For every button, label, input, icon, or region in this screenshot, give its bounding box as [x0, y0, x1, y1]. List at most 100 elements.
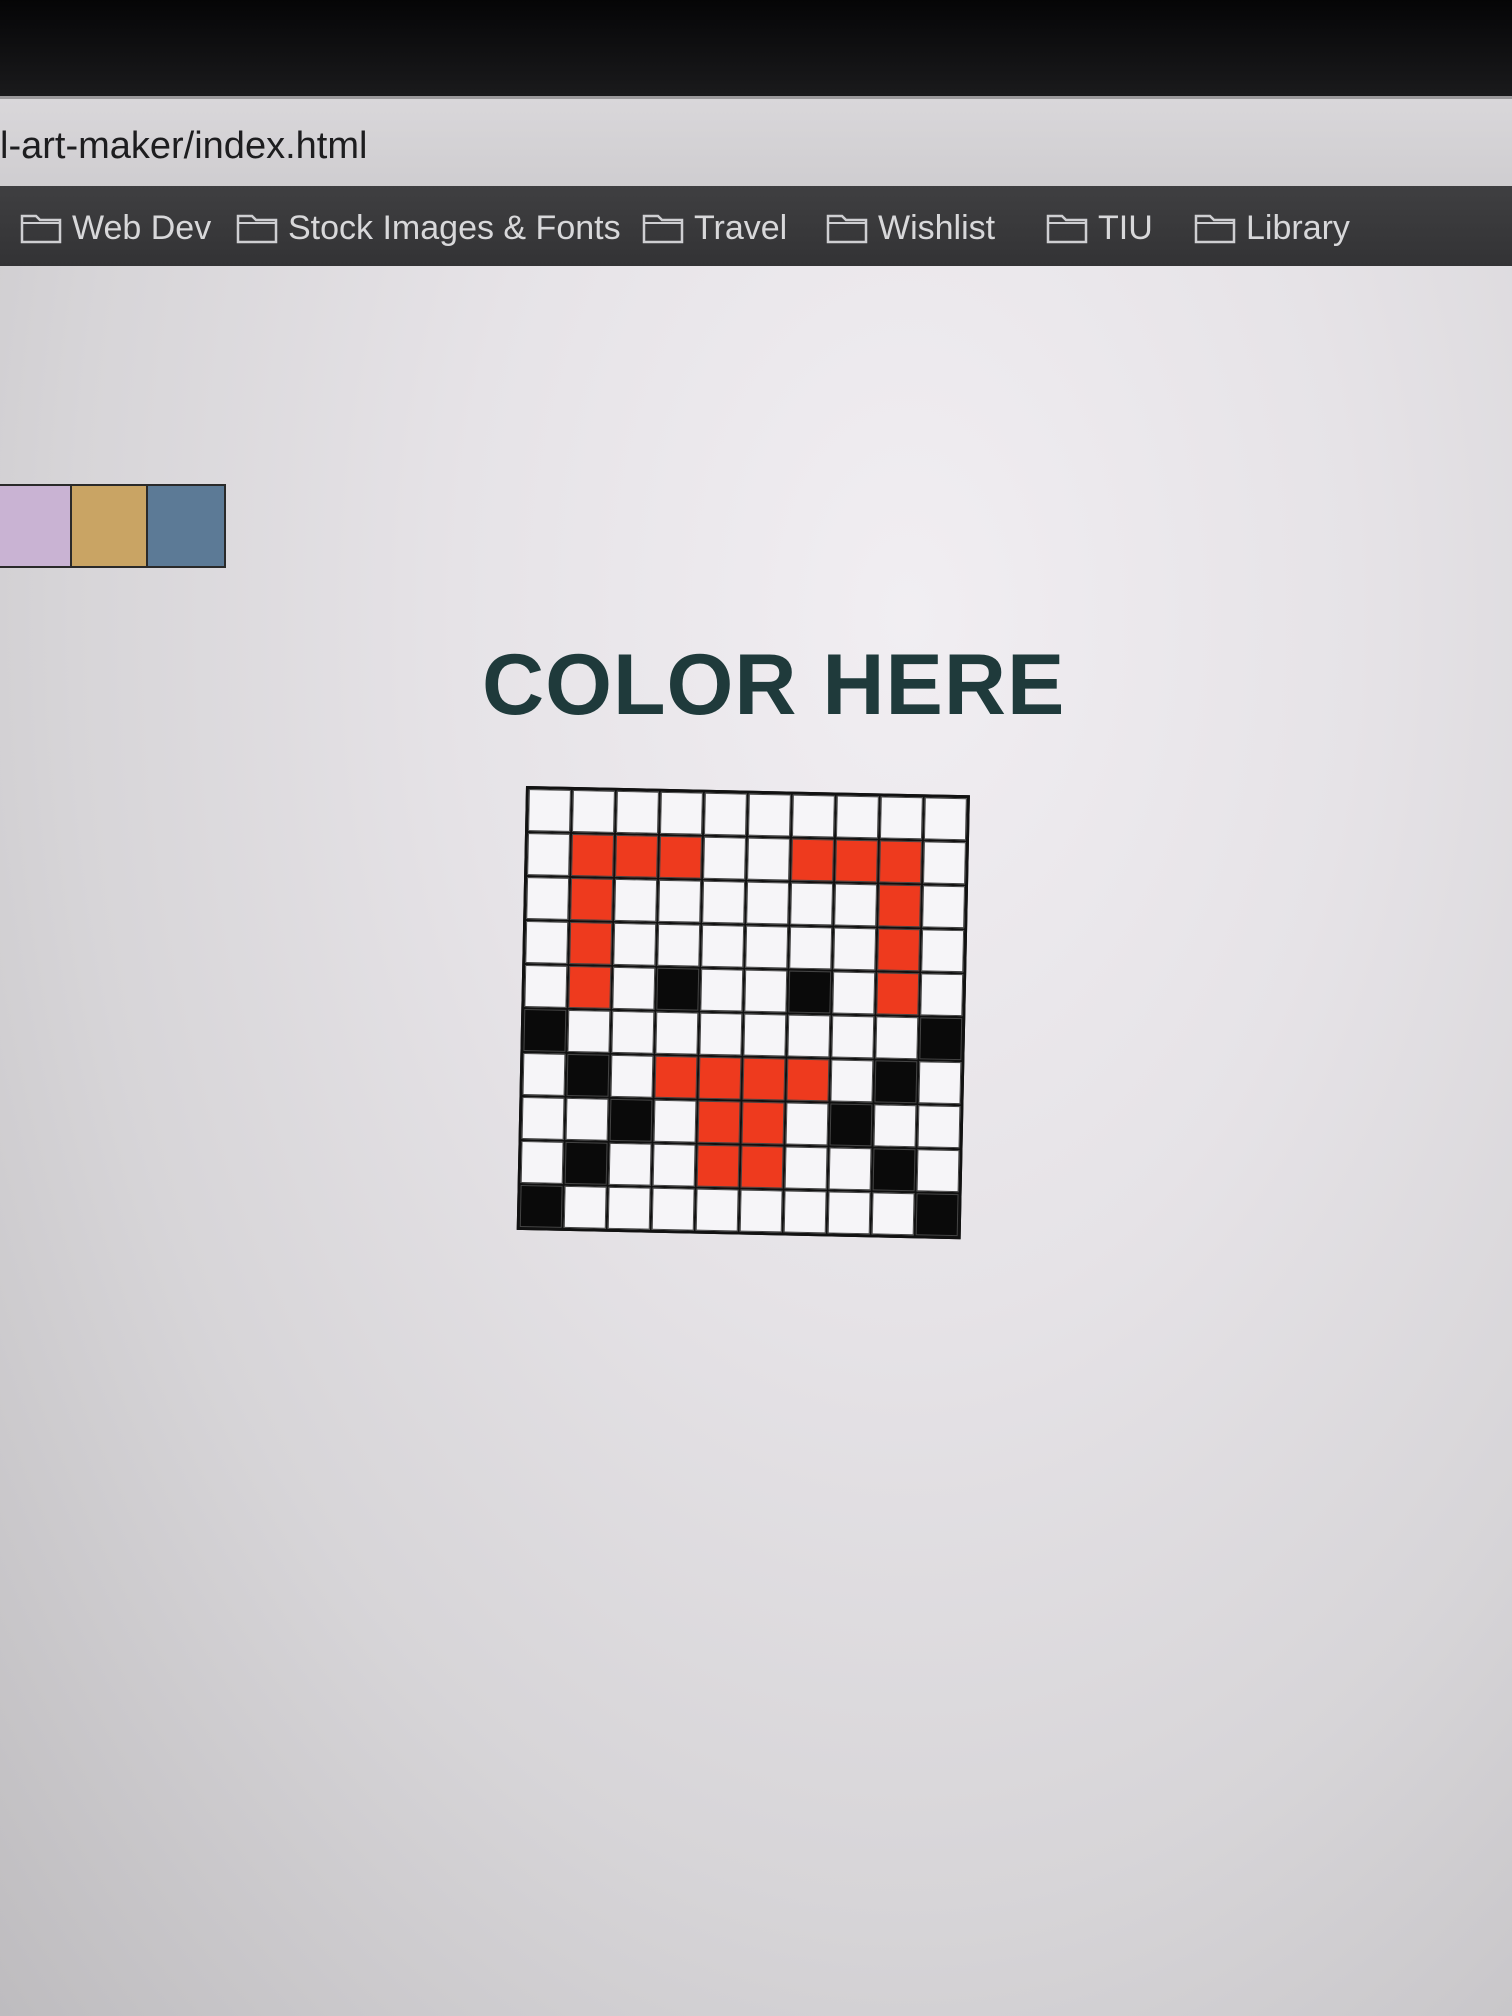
grid-cell[interactable] — [871, 1192, 915, 1236]
grid-cell[interactable] — [745, 925, 789, 969]
grid-cell[interactable] — [654, 1055, 698, 1099]
grid-cell[interactable] — [571, 833, 614, 877]
grid-cell[interactable] — [874, 1060, 918, 1104]
grid-cell[interactable] — [568, 965, 612, 1009]
grid-cell[interactable] — [920, 973, 964, 1017]
grid-cell[interactable] — [832, 971, 876, 1015]
grid-cell[interactable] — [656, 967, 700, 1011]
grid-cell[interactable] — [789, 926, 833, 970]
grid-cell[interactable] — [658, 879, 702, 923]
grid-cell[interactable] — [566, 1053, 610, 1097]
url-text[interactable]: l-art-maker/index.html — [0, 125, 367, 168]
grid-cell[interactable] — [786, 1058, 830, 1102]
grid-cell[interactable] — [698, 1056, 742, 1100]
grid-cell[interactable] — [703, 836, 746, 880]
grid-cell[interactable] — [526, 877, 570, 920]
grid-cell[interactable] — [696, 1144, 740, 1188]
grid-cell[interactable] — [697, 1100, 741, 1144]
grid-cell[interactable] — [616, 790, 659, 834]
bookmark-web-dev[interactable]: Web Dev — [20, 206, 211, 250]
grid-cell[interactable] — [829, 1103, 873, 1147]
grid-cell[interactable] — [787, 1014, 831, 1058]
grid-cell[interactable] — [653, 1099, 697, 1143]
grid-cell[interactable] — [783, 1190, 827, 1234]
grid-cell[interactable] — [784, 1146, 828, 1190]
grid-cell[interactable] — [527, 833, 571, 876]
grid-cell[interactable] — [748, 793, 791, 837]
grid-cell[interactable] — [612, 966, 656, 1010]
grid-cell[interactable] — [917, 1105, 961, 1149]
grid-cell[interactable] — [524, 965, 568, 1008]
grid-cell[interactable] — [742, 1057, 786, 1101]
bookmark-tiu[interactable]: TIU — [1046, 206, 1153, 250]
grid-cell[interactable] — [569, 921, 613, 965]
grid-cell[interactable] — [525, 921, 569, 964]
grid-cell[interactable] — [922, 885, 965, 929]
grid-cell[interactable] — [520, 1140, 564, 1184]
grid-cell[interactable] — [877, 928, 921, 972]
grid-cell[interactable] — [609, 1098, 653, 1142]
grid-cell[interactable] — [791, 794, 835, 838]
grid-cell[interactable] — [701, 924, 745, 968]
grid-cell[interactable] — [791, 838, 834, 882]
grid-cell[interactable] — [873, 1104, 917, 1148]
bookmark-travel[interactable]: Travel — [642, 206, 787, 250]
grid-cell[interactable] — [828, 1147, 872, 1191]
grid-cell[interactable] — [790, 882, 834, 926]
grid-cell[interactable] — [699, 1012, 743, 1056]
address-bar[interactable]: l-art-maker/index.html — [0, 96, 1512, 189]
grid-cell[interactable] — [827, 1191, 871, 1235]
grid-cell[interactable] — [659, 835, 702, 879]
grid-cell[interactable] — [610, 1054, 654, 1098]
bookmark-wishlist[interactable]: Wishlist — [826, 206, 995, 250]
grid-cell[interactable] — [519, 1184, 563, 1228]
grid-cell[interactable] — [655, 1011, 699, 1055]
grid-cell[interactable] — [521, 1096, 565, 1140]
grid-cell[interactable] — [522, 1053, 566, 1096]
grid-cell[interactable] — [741, 1101, 785, 1145]
grid-cell[interactable] — [567, 1009, 611, 1053]
grid-cell[interactable] — [615, 834, 658, 878]
grid-cell[interactable] — [919, 1017, 963, 1061]
grid-cell[interactable] — [611, 1010, 655, 1054]
grid-cell[interactable] — [572, 789, 615, 833]
grid-cell[interactable] — [660, 791, 703, 835]
grid-cell[interactable] — [695, 1188, 739, 1232]
grid-cell[interactable] — [563, 1185, 607, 1229]
grid-cell[interactable] — [833, 927, 877, 971]
palette-swatch[interactable] — [148, 486, 224, 566]
grid-cell[interactable] — [921, 929, 965, 973]
bookmark-library[interactable]: Library — [1194, 206, 1350, 250]
grid-cell[interactable] — [923, 797, 967, 841]
bookmark-stock-images-fonts[interactable]: Stock Images & Fonts — [236, 206, 621, 250]
grid-cell[interactable] — [740, 1145, 784, 1189]
grid-cell[interactable] — [879, 796, 923, 840]
grid-cell[interactable] — [788, 970, 832, 1014]
grid-cell[interactable] — [916, 1149, 960, 1193]
grid-cell[interactable] — [744, 969, 788, 1013]
grid-cell[interactable] — [915, 1193, 959, 1237]
grid-cell[interactable] — [608, 1142, 652, 1186]
grid-cell[interactable] — [657, 923, 701, 967]
grid-cell[interactable] — [651, 1187, 695, 1231]
grid-cell[interactable] — [879, 840, 922, 884]
grid-cell[interactable] — [830, 1059, 874, 1103]
grid-cell[interactable] — [652, 1143, 696, 1187]
grid-cell[interactable] — [570, 877, 614, 921]
grid-cell[interactable] — [835, 795, 879, 839]
grid-cell[interactable] — [614, 878, 658, 922]
palette-swatch[interactable] — [72, 486, 148, 566]
grid-cell[interactable] — [835, 839, 878, 883]
grid-cell[interactable] — [702, 880, 746, 924]
grid-cell[interactable] — [746, 881, 790, 925]
grid-cell[interactable] — [613, 922, 657, 966]
grid-cell[interactable] — [747, 837, 790, 881]
grid-cell[interactable] — [918, 1061, 962, 1105]
grid-cell[interactable] — [743, 1013, 787, 1057]
grid-cell[interactable] — [704, 792, 747, 836]
grid-cell[interactable] — [523, 1009, 567, 1052]
grid-cell[interactable] — [565, 1097, 609, 1141]
grid-cell[interactable] — [528, 789, 571, 832]
grid-cell[interactable] — [831, 1015, 875, 1059]
grid-cell[interactable] — [607, 1186, 651, 1230]
